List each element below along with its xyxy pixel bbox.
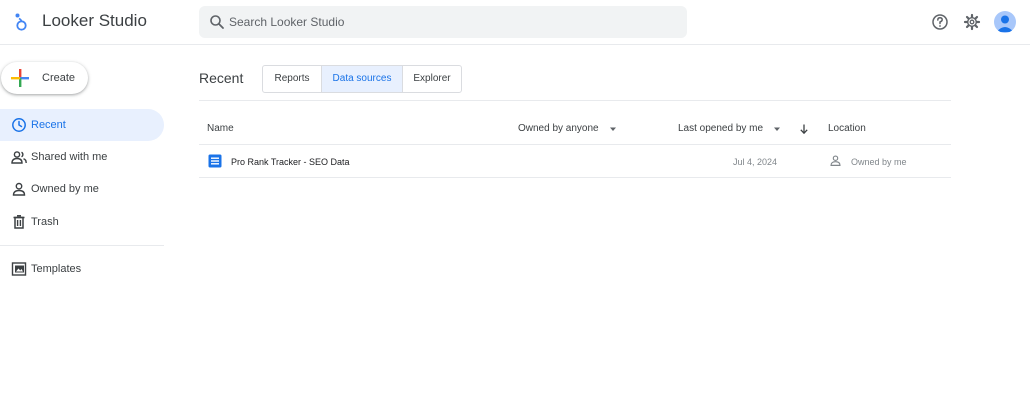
row-divider: [199, 177, 951, 178]
sort-arrow-down-icon[interactable]: [798, 123, 810, 135]
top-bar: Looker Studio: [0, 0, 1030, 45]
sidebar-item-trash[interactable]: Trash: [0, 206, 164, 238]
sidebar-item-recent[interactable]: Recent: [0, 109, 164, 141]
search-input[interactable]: [229, 6, 669, 38]
column-header-name[interactable]: Name: [207, 123, 234, 134]
templates-icon: [11, 262, 27, 276]
owned-by-filter[interactable]: Owned by anyone: [518, 123, 599, 134]
trash-icon: [13, 215, 25, 229]
person-icon: [12, 182, 26, 196]
plus-icon: [11, 69, 29, 87]
sidebar-item-label: Owned by me: [31, 183, 99, 195]
table-row[interactable]: Pro Rank Tracker - SEO Data Jul 4, 2024 …: [199, 145, 951, 177]
tab-reports[interactable]: Reports: [263, 66, 321, 92]
help-icon[interactable]: [930, 12, 950, 32]
create-button-label: Create: [42, 72, 76, 84]
sidebar-item-owned-by-me[interactable]: Owned by me: [0, 173, 164, 205]
person-icon: [830, 155, 841, 166]
caret-down-icon[interactable]: [607, 123, 619, 135]
column-header-last-opened[interactable]: Last opened by me: [678, 123, 763, 134]
search-bar[interactable]: [199, 6, 687, 38]
sidebar-divider: [0, 245, 164, 246]
row-location: Owned by me: [851, 157, 907, 167]
header-divider: [199, 100, 951, 101]
sidebar-item-templates[interactable]: Templates: [0, 253, 164, 285]
content-tabs: Reports Data sources Explorer: [262, 65, 462, 93]
create-button[interactable]: Create: [1, 62, 88, 94]
account-avatar[interactable]: [994, 11, 1016, 33]
sidebar-item-label: Shared with me: [31, 151, 108, 163]
page-title: Recent: [199, 70, 244, 86]
app-title[interactable]: Looker Studio: [42, 11, 147, 31]
search-icon: [210, 15, 224, 29]
tab-data-sources[interactable]: Data sources: [322, 66, 402, 92]
sidebar-item-label: Recent: [31, 119, 66, 131]
data-source-icon: [208, 154, 222, 168]
clock-icon: [12, 118, 26, 132]
tab-explorer[interactable]: Explorer: [403, 66, 461, 92]
people-icon: [11, 151, 27, 164]
caret-down-icon[interactable]: [771, 123, 783, 135]
sidebar-item-shared-with-me[interactable]: Shared with me: [0, 141, 164, 173]
person-avatar-icon: [996, 15, 1014, 32]
settings-gear-icon[interactable]: [962, 12, 982, 32]
row-name[interactable]: Pro Rank Tracker - SEO Data: [231, 157, 350, 167]
sidebar-item-label: Trash: [31, 216, 59, 228]
sidebar-item-label: Templates: [31, 263, 82, 275]
column-header-location[interactable]: Location: [828, 123, 866, 134]
looker-studio-logo-icon[interactable]: [13, 12, 29, 32]
row-last-opened: Jul 4, 2024: [733, 157, 778, 167]
